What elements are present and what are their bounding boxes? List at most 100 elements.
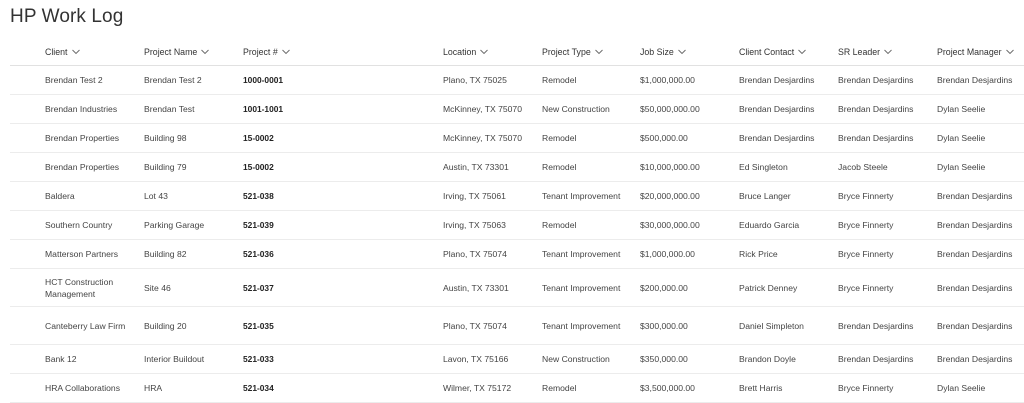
cell-client-contact: Ed Singleton <box>739 153 837 181</box>
table-row[interactable]: Canteberry Law Firm Building 20 521-035 Pla… <box>10 307 1024 345</box>
cell-client-contact: Patrick Denney <box>739 269 837 306</box>
cell-project-manager-text: Dylan Seelie <box>937 133 986 143</box>
cell-project-type: New Construction <box>542 95 640 123</box>
cell-client-contact-text: Brendan Desjardins <box>739 75 815 85</box>
cell-project-number: 521-033 <box>243 345 441 373</box>
cell-sr-leader: Brendan Desjardins <box>838 95 936 123</box>
cell-location: Wilmer, TX 75172 <box>443 374 541 402</box>
cell-project-number: 15-0002 <box>243 153 441 181</box>
cell-sr-leader: Brendan Desjardins <box>838 345 936 373</box>
cell-project-name-text: Lot 43 <box>144 191 168 201</box>
cell-project-name: Brendan Test 2 <box>144 66 242 94</box>
table-row[interactable]: Brendan Industries Brendan Test 1001-1001 M… <box>10 95 1024 124</box>
chevron-down-icon <box>1005 49 1014 55</box>
table-row[interactable]: Baldera Lot 43 521-038 Irving, TX 75061 Tena… <box>10 182 1024 211</box>
cell-client: Southern Country <box>45 211 143 239</box>
cell-project-number-text: 15-0002 <box>243 162 274 172</box>
table-row[interactable]: Southern Country Parking Garage 521-039 Irv… <box>10 211 1024 240</box>
column-header-label: Job Size <box>640 46 674 57</box>
cell-client-text: Brendan Industries <box>45 104 118 114</box>
cell-project-type: New Construction <box>542 345 640 373</box>
column-header-label: Project # <box>243 46 278 57</box>
cell-job-size: $1,000,000.00 <box>640 240 738 268</box>
cell-project-name: Brendan Test <box>144 95 242 123</box>
cell-job-size-text: $300,000.00 <box>640 320 688 331</box>
cell-client-contact-text: Bruce Langer <box>739 191 791 201</box>
table-row[interactable]: Brendan Properties Building 79 15-0002 Aust… <box>10 153 1024 182</box>
cell-client: Baldera <box>45 182 143 210</box>
cell-project-number-text: 521-035 <box>243 320 274 331</box>
cell-sr-leader-text: Brendan Desjardins <box>838 133 914 143</box>
cell-client-text: Canteberry Law Firm <box>45 320 126 331</box>
column-header-client[interactable]: Client <box>45 38 143 65</box>
cell-client-contact-text: Brett Harris <box>739 383 783 393</box>
table-row[interactable]: Bank 12 Interior Buildout 521-033 Lavon, TX… <box>10 345 1024 374</box>
column-header-job-size[interactable]: Job Size <box>640 38 738 65</box>
cell-client-contact: Daniel Simpleton <box>739 307 837 344</box>
cell-project-manager: Brendan Desjardins <box>937 269 1024 306</box>
cell-project-manager-text: Brendan Desjardins <box>937 249 1013 259</box>
cell-project-name: Building 82 <box>144 240 242 268</box>
table-row[interactable]: HRA Collaborations HRA 521-034 Wilmer, TX 7… <box>10 374 1024 403</box>
cell-client-contact-text: Ed Singleton <box>739 162 788 172</box>
column-header-location[interactable]: Location <box>443 38 541 65</box>
cell-location: McKinney, TX 75070 <box>443 95 541 123</box>
table-row[interactable]: Brendan Properties Building 98 15-0002 McKi… <box>10 124 1024 153</box>
cell-project-type-text: Remodel <box>542 75 577 85</box>
cell-project-number-text: 15-0002 <box>243 133 274 143</box>
cell-project-manager: Dylan Seelie <box>937 95 1024 123</box>
cell-sr-leader: Brendan Desjardins <box>838 307 936 344</box>
cell-client-contact-text: Rick Price <box>739 249 778 259</box>
cell-job-size: $350,000.00 <box>640 345 738 373</box>
cell-project-name: Building 79 <box>144 153 242 181</box>
table-row[interactable]: HCT Construction Management Site 46 521-03… <box>10 269 1024 307</box>
column-header-label: SR Leader <box>838 46 881 57</box>
cell-client-contact: Bruce Langer <box>739 182 837 210</box>
cell-project-manager: Brendan Desjardins <box>937 307 1024 344</box>
table-row[interactable]: Matterson Partners Building 82 521-036 Plan… <box>10 240 1024 269</box>
cell-client-text: Matterson Partners <box>45 249 119 259</box>
cell-location: Lavon, TX 75166 <box>443 345 541 373</box>
column-header-project-manager[interactable]: Project Manager <box>937 38 1024 65</box>
cell-project-number-text: 521-037 <box>243 282 274 293</box>
cell-project-name-text: Parking Garage <box>144 220 205 230</box>
table-row[interactable]: Brendan Test 2 Brendan Test 2 1000-0001 Pla… <box>10 66 1024 95</box>
cell-client: Brendan Test 2 <box>45 66 143 94</box>
cell-job-size: $3,500,000.00 <box>640 374 738 402</box>
cell-location: Irving, TX 75063 <box>443 211 541 239</box>
cell-job-size: $20,000,000.00 <box>640 182 738 210</box>
cell-project-name-text: Brendan Test <box>144 104 195 114</box>
cell-project-name-text: Building 82 <box>144 249 187 259</box>
column-header-project-name[interactable]: Project Name <box>144 38 242 65</box>
cell-job-size: $200,000.00 <box>640 269 738 306</box>
cell-project-manager-text: Brendan Desjardins <box>937 320 1013 331</box>
cell-client-contact: Brendan Desjardins <box>739 95 837 123</box>
cell-project-manager-text: Brendan Desjardins <box>937 191 1013 201</box>
cell-project-manager: Brendan Desjardins <box>937 240 1024 268</box>
cell-job-size-text: $50,000,000.00 <box>640 104 700 114</box>
cell-project-number: 1000-0001 <box>243 66 441 94</box>
cell-job-size-text: $3,500,000.00 <box>640 383 695 393</box>
column-header-client-contact[interactable]: Client Contact <box>739 38 837 65</box>
cell-project-type-text: Remodel <box>542 133 577 143</box>
cell-project-name-text: Building 79 <box>144 162 187 172</box>
cell-project-type: Tenant Improvement <box>542 182 640 210</box>
table-header: Client Project Name Project # Location P… <box>10 38 1024 66</box>
cell-job-size-text: $10,000,000.00 <box>640 162 700 172</box>
column-header-project-type[interactable]: Project Type <box>542 38 640 65</box>
cell-project-number-text: 1001-1001 <box>243 104 284 114</box>
cell-client-contact-text: Eduardo Garcia <box>739 220 800 230</box>
chevron-down-icon <box>798 49 807 55</box>
cell-client-contact-text: Brendan Desjardins <box>739 104 815 114</box>
cell-location: Plano, TX 75074 <box>443 307 541 344</box>
cell-client: Matterson Partners <box>45 240 143 268</box>
cell-sr-leader: Bryce Finnerty <box>838 269 936 306</box>
cell-client-text: HCT Construction Management <box>45 276 114 299</box>
cell-client-contact: Brendan Desjardins <box>739 66 837 94</box>
cell-project-name: Site 46 <box>144 269 242 306</box>
column-header-project-number[interactable]: Project # <box>243 38 441 65</box>
cell-client-contact: Rick Price <box>739 240 837 268</box>
cell-client-contact-text: Brendan Desjardins <box>739 133 815 143</box>
column-header-sr-leader[interactable]: SR Leader <box>838 38 936 65</box>
cell-project-number-text: 521-033 <box>243 354 274 364</box>
